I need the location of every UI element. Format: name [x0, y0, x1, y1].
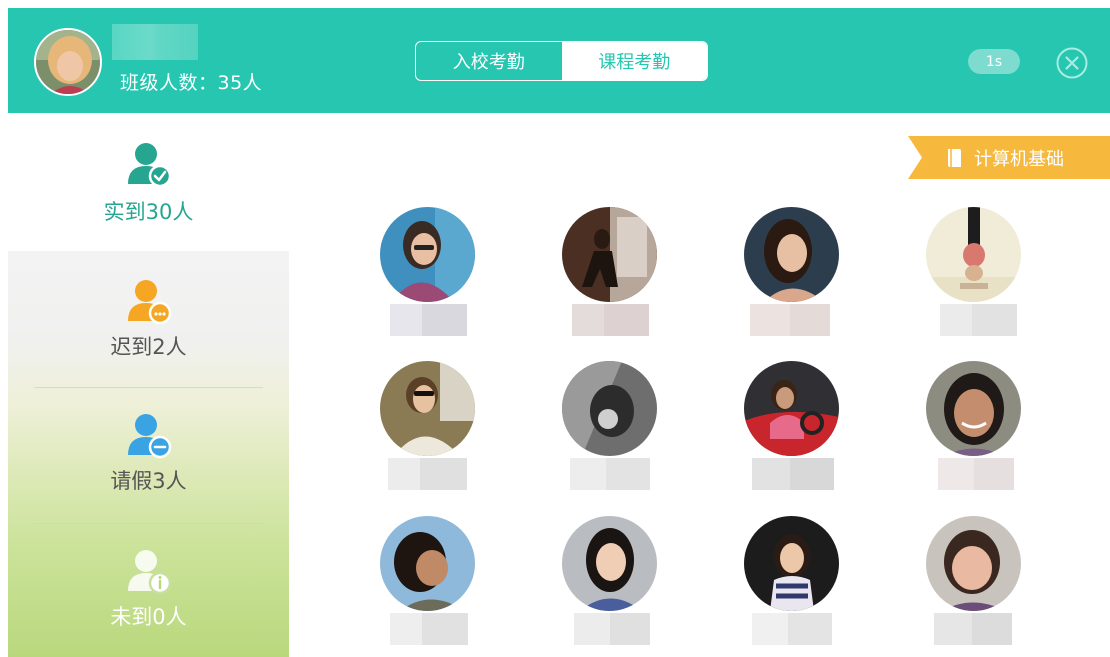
student-name-blurred [938, 458, 1014, 490]
student-avatar[interactable] [744, 516, 839, 611]
student-name-blurred [752, 613, 832, 645]
student-avatar[interactable] [744, 361, 839, 456]
divider [34, 387, 263, 388]
student-name-blurred [574, 613, 650, 645]
student-card[interactable] [352, 516, 502, 656]
absent-count-label: 未到0人 [110, 605, 187, 629]
student-card[interactable] [352, 207, 502, 347]
student-avatar[interactable] [562, 361, 657, 456]
student-card[interactable] [534, 516, 684, 656]
student-name-blurred [572, 304, 649, 336]
teacher-name-blurred [112, 24, 198, 60]
late-count-label: 迟到2人 [110, 335, 187, 359]
book-icon [948, 148, 961, 167]
stat-leave[interactable]: 请假3人 [8, 411, 289, 495]
student-name-blurred [752, 458, 834, 490]
divider [34, 523, 263, 524]
student-name-blurred [388, 458, 467, 490]
student-name-blurred [390, 304, 467, 336]
stat-late[interactable]: 迟到2人 [8, 277, 289, 361]
user-minus-icon [127, 414, 171, 459]
present-count-label: 实到30人 [103, 200, 194, 224]
student-avatar[interactable] [926, 516, 1021, 611]
user-more-icon [127, 280, 171, 325]
course-badge: 计算机基础 [908, 136, 1110, 179]
student-card[interactable] [898, 361, 1048, 501]
student-card[interactable] [898, 516, 1048, 656]
user-check-icon [127, 143, 171, 188]
attendance-screen: 班级人数：35人 入校考勤 课程考勤 1s 实到30人 迟到2人 请假3人 未到… [0, 0, 1110, 657]
student-avatar[interactable] [380, 207, 475, 302]
tab-school-attendance[interactable]: 入校考勤 [416, 42, 562, 80]
student-card[interactable] [898, 207, 1048, 347]
timer-badge: 1s [968, 49, 1020, 74]
student-avatar[interactable] [562, 516, 657, 611]
tab-course-attendance[interactable]: 课程考勤 [561, 42, 707, 80]
student-card[interactable] [716, 361, 866, 501]
student-avatar[interactable] [562, 207, 657, 302]
teacher-avatar [34, 28, 102, 96]
student-card[interactable] [716, 207, 866, 347]
close-icon[interactable] [1055, 46, 1089, 80]
student-name-blurred [570, 458, 650, 490]
course-name: 计算机基础 [974, 148, 1064, 170]
student-avatar[interactable] [744, 207, 839, 302]
header-bar: 班级人数：35人 入校考勤 课程考勤 1s [8, 8, 1110, 113]
stat-present[interactable]: 实到30人 [8, 113, 289, 251]
other-stats-panel: 迟到2人 请假3人 未到0人 [8, 251, 289, 657]
leave-count-label: 请假3人 [110, 469, 187, 493]
student-card[interactable] [534, 207, 684, 347]
student-name-blurred [390, 613, 468, 645]
student-name-blurred [940, 304, 1017, 336]
student-avatar[interactable] [380, 516, 475, 611]
student-avatar[interactable] [380, 361, 475, 456]
student-card[interactable] [534, 361, 684, 501]
student-name-blurred [750, 304, 830, 336]
student-name-blurred [934, 613, 1012, 645]
class-count: 班级人数：35人 [120, 72, 263, 94]
attendance-tabs: 入校考勤 课程考勤 [415, 41, 708, 81]
student-card[interactable] [352, 361, 502, 501]
student-card[interactable] [716, 516, 866, 656]
student-avatar[interactable] [926, 207, 1021, 302]
student-avatar[interactable] [926, 361, 1021, 456]
stat-absent[interactable]: 未到0人 [8, 547, 289, 631]
attendance-summary-sidebar: 实到30人 迟到2人 请假3人 未到0人 [8, 113, 289, 657]
user-info-icon [127, 550, 171, 595]
